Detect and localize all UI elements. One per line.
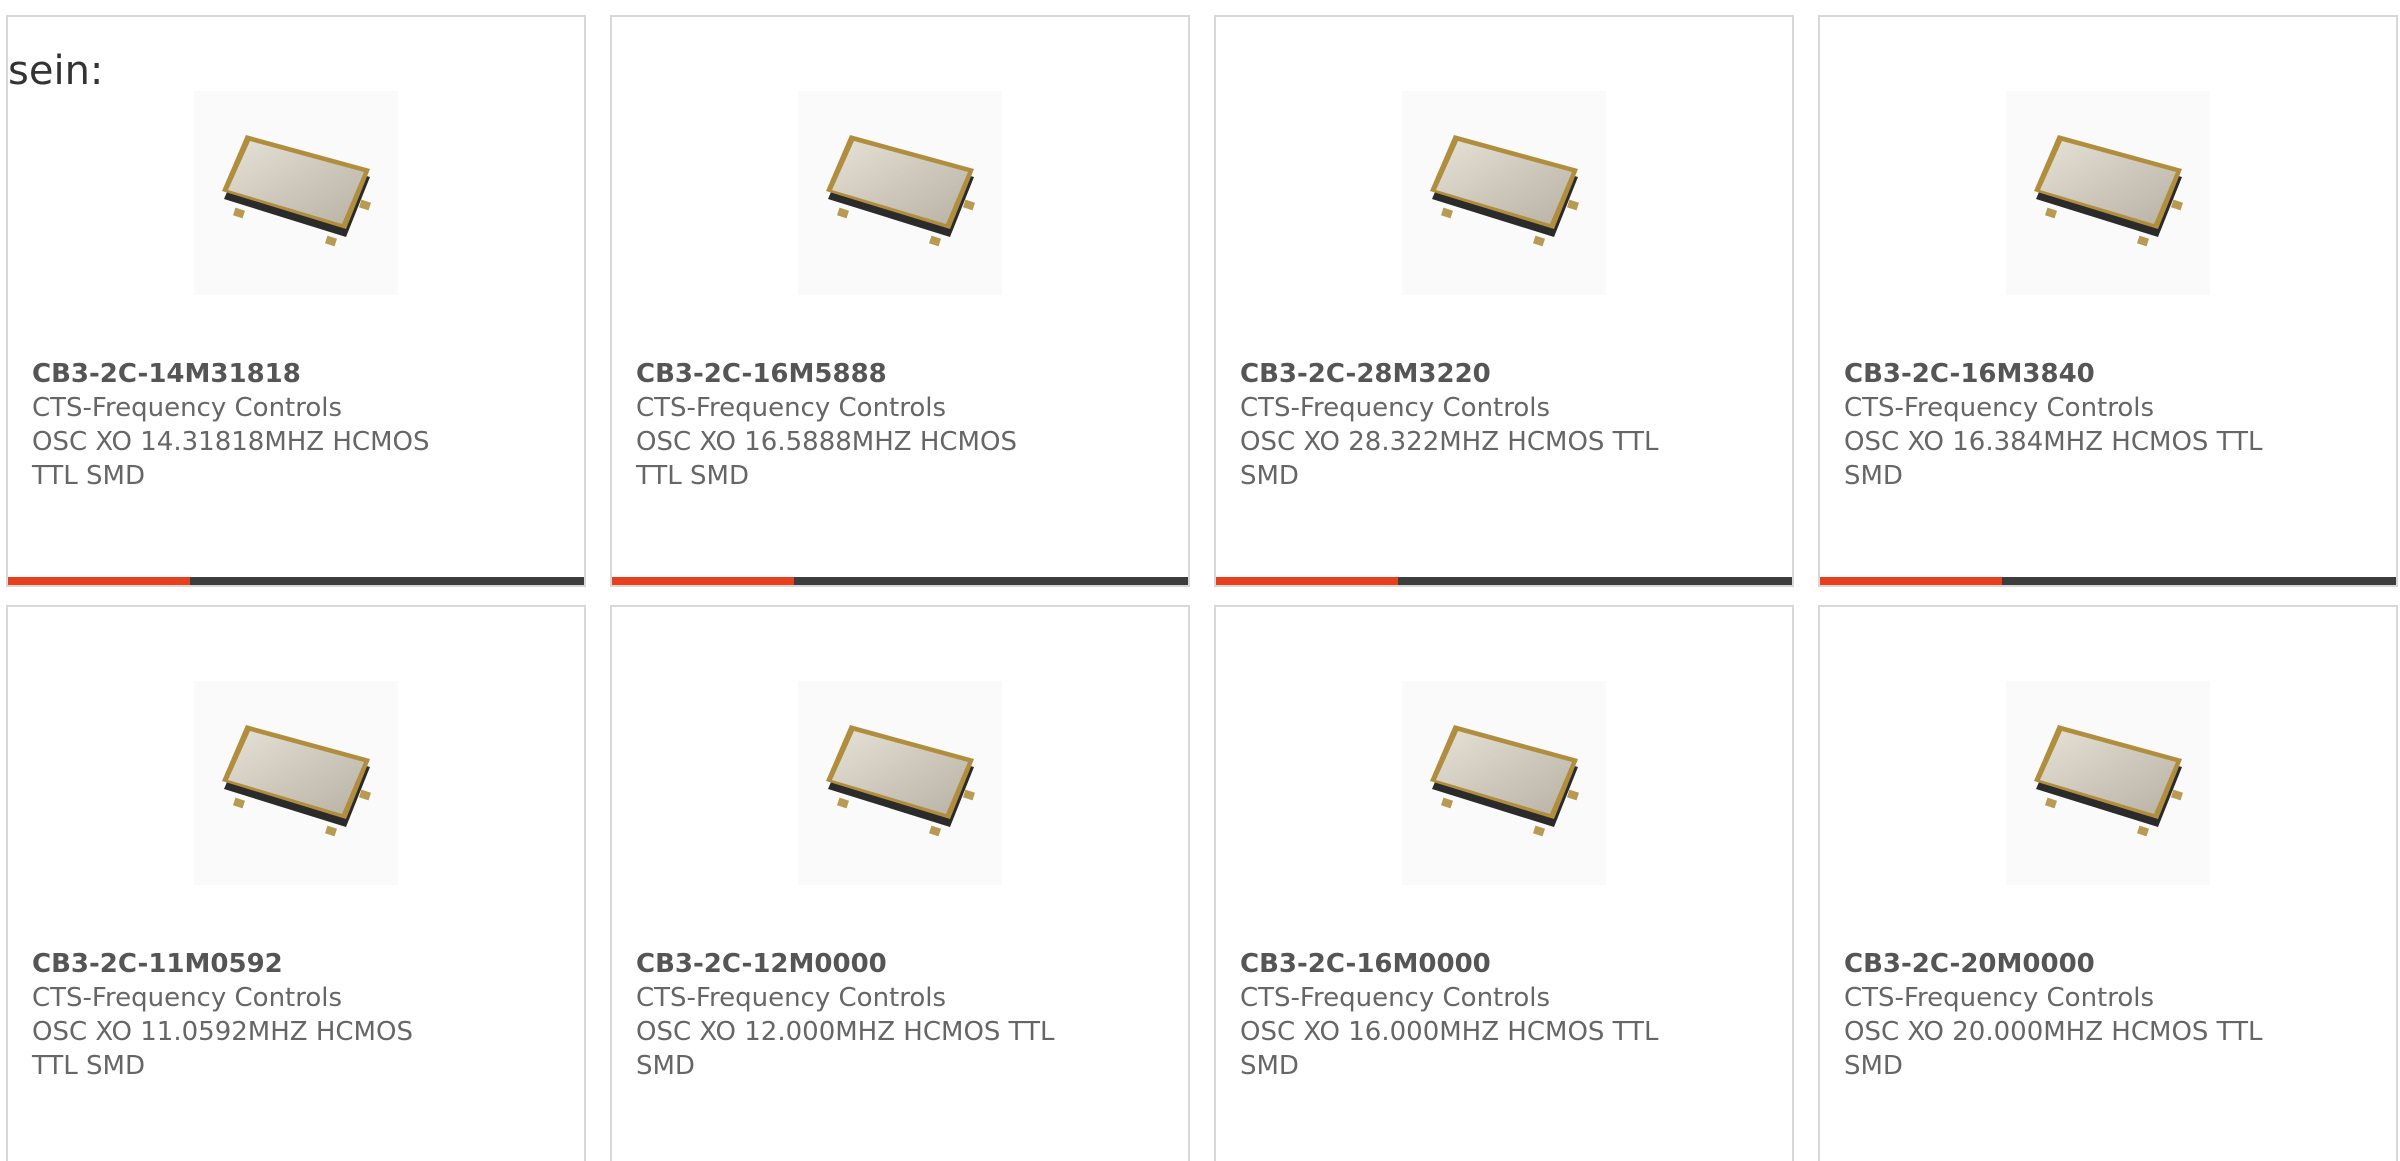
product-info: CB3-2C-28M3220 CTS-Frequency Controls OS… — [1240, 357, 1660, 493]
product-info: CB3-2C-16M3840 CTS-Frequency Controls OS… — [1844, 357, 2264, 493]
card-accent-bar — [8, 577, 190, 585]
product-description: OSC XO 20.000MHZ HCMOS TTL SMD — [1844, 1017, 2263, 1081]
card-bottom-bar — [8, 577, 584, 585]
product-description: OSC XO 12.000MHZ HCMOS TTL SMD — [636, 1017, 1055, 1081]
product-info: CB3-2C-16M0000 CTS-Frequency Controls OS… — [1240, 947, 1660, 1083]
product-info: CB3-2C-20M0000 CTS-Frequency Controls OS… — [1844, 947, 2264, 1083]
smd-crystal-oscillator-icon[interactable] — [798, 91, 1002, 295]
card-accent-bar — [1216, 577, 1398, 585]
manufacturer-name: CTS-Frequency Controls — [1844, 393, 2155, 423]
product-description: OSC XO 11.0592MHZ HCMOS TTL SMD — [32, 1017, 413, 1081]
card-bottom-bar — [1216, 577, 1792, 585]
product-card[interactable]: CB3-2C-16M3840 CTS-Frequency Controls OS… — [1818, 15, 2398, 587]
product-card[interactable]: CB3-2C-16M0000 CTS-Frequency Controls OS… — [1214, 605, 1794, 1161]
product-card[interactable]: CB3-2C-12M0000 CTS-Frequency Controls OS… — [610, 605, 1190, 1161]
product-info: CB3-2C-14M31818 CTS-Frequency Controls O… — [32, 357, 452, 493]
manufacturer-name: CTS-Frequency Controls — [1844, 983, 2155, 1013]
product-info: CB3-2C-16M5888 CTS-Frequency Controls OS… — [636, 357, 1056, 493]
product-description: OSC XO 16.000MHZ HCMOS TTL SMD — [1240, 1017, 1659, 1081]
smd-crystal-oscillator-icon[interactable] — [2006, 91, 2210, 295]
part-number-link[interactable]: CB3-2C-14M31818 — [32, 357, 452, 391]
product-card[interactable]: CB3-2C-14M31818 CTS-Frequency Controls O… — [6, 15, 586, 587]
smd-crystal-oscillator-icon[interactable] — [194, 681, 398, 885]
intro-text: sein: — [8, 48, 104, 94]
manufacturer-name: CTS-Frequency Controls — [1240, 983, 1551, 1013]
product-card[interactable]: CB3-2C-20M0000 CTS-Frequency Controls OS… — [1818, 605, 2398, 1161]
smd-crystal-oscillator-icon[interactable] — [2006, 681, 2210, 885]
card-bottom-bar — [1820, 577, 2396, 585]
card-bottom-bar — [612, 577, 1188, 585]
card-accent-bar — [1820, 577, 2002, 585]
card-accent-bar — [612, 577, 794, 585]
manufacturer-name: CTS-Frequency Controls — [32, 983, 343, 1013]
smd-crystal-oscillator-icon[interactable] — [1402, 91, 1606, 295]
product-description: OSC XO 16.5888MHZ HCMOS TTL SMD — [636, 427, 1017, 491]
product-grid-page: sein: CB3-2C-14M31818 CTS-Frequency Cont… — [0, 0, 2400, 1161]
product-description: OSC XO 28.322MHZ HCMOS TTL SMD — [1240, 427, 1659, 491]
product-card[interactable]: CB3-2C-16M5888 CTS-Frequency Controls OS… — [610, 15, 1190, 587]
manufacturer-name: CTS-Frequency Controls — [636, 393, 947, 423]
part-number-link[interactable]: CB3-2C-12M0000 — [636, 947, 1056, 981]
manufacturer-name: CTS-Frequency Controls — [636, 983, 947, 1013]
part-number-link[interactable]: CB3-2C-16M3840 — [1844, 357, 2264, 391]
part-number-link[interactable]: CB3-2C-20M0000 — [1844, 947, 2264, 981]
smd-crystal-oscillator-icon[interactable] — [798, 681, 1002, 885]
part-number-link[interactable]: CB3-2C-28M3220 — [1240, 357, 1660, 391]
smd-crystal-oscillator-icon[interactable] — [194, 91, 398, 295]
product-info: CB3-2C-11M0592 CTS-Frequency Controls OS… — [32, 947, 452, 1083]
product-card[interactable]: CB3-2C-11M0592 CTS-Frequency Controls OS… — [6, 605, 586, 1161]
part-number-link[interactable]: CB3-2C-16M5888 — [636, 357, 1056, 391]
product-description: OSC XO 16.384MHZ HCMOS TTL SMD — [1844, 427, 2263, 491]
product-description: OSC XO 14.31818MHZ HCMOS TTL SMD — [32, 427, 430, 491]
manufacturer-name: CTS-Frequency Controls — [1240, 393, 1551, 423]
part-number-link[interactable]: CB3-2C-11M0592 — [32, 947, 452, 981]
product-info: CB3-2C-12M0000 CTS-Frequency Controls OS… — [636, 947, 1056, 1083]
manufacturer-name: CTS-Frequency Controls — [32, 393, 343, 423]
part-number-link[interactable]: CB3-2C-16M0000 — [1240, 947, 1660, 981]
smd-crystal-oscillator-icon[interactable] — [1402, 681, 1606, 885]
product-card[interactable]: CB3-2C-28M3220 CTS-Frequency Controls OS… — [1214, 15, 1794, 587]
